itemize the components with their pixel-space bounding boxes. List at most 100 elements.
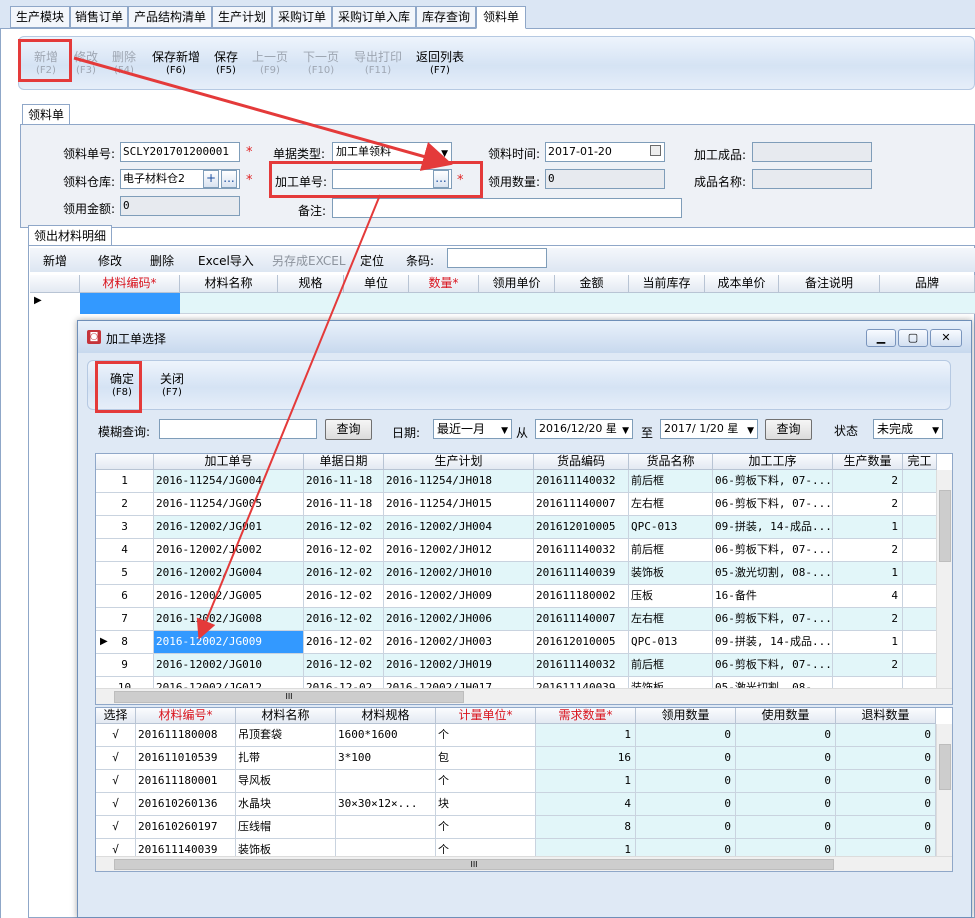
table-cell[interactable]: 个 xyxy=(436,770,536,793)
tab-purchase-receipt[interactable]: 采购订单入库 xyxy=(332,6,416,28)
detail-tab[interactable]: 领出材料明细 xyxy=(28,225,112,246)
tab-production-plan[interactable]: 生产计划 xyxy=(212,6,272,28)
date-range-select[interactable]: 最近一月 ▼ xyxy=(433,419,512,439)
col-current-stock[interactable]: 当前库存 xyxy=(629,275,705,293)
excel-import-button[interactable]: Excel导入 xyxy=(198,252,254,269)
lower-col-header[interactable]: 领用数量 xyxy=(636,708,736,724)
prev-page-button[interactable]: 上一页 (F9) xyxy=(251,50,289,78)
col-amount[interactable]: 金额 xyxy=(555,275,629,293)
table-cell[interactable]: 扎带 xyxy=(236,747,336,770)
table-cell[interactable]: 06-剪板下料, 07-... xyxy=(713,608,833,631)
lower-horizontal-scrollbar[interactable]: III xyxy=(96,856,952,871)
lower-col-header[interactable]: 使用数量 xyxy=(736,708,836,724)
table-cell[interactable] xyxy=(903,562,937,585)
table-cell[interactable]: 左右框 xyxy=(629,493,713,516)
lower-col-header[interactable]: 计量单位* xyxy=(436,708,536,724)
minimize-button[interactable]: ▁ xyxy=(866,329,896,347)
lower-col-header[interactable]: 材料规格 xyxy=(336,708,436,724)
warehouse-lookup-button[interactable]: ... xyxy=(221,170,237,188)
table-cell[interactable]: 0 xyxy=(636,816,736,839)
table-cell[interactable] xyxy=(903,493,937,516)
col-material-code[interactable]: 材料编码* xyxy=(80,275,180,293)
table-cell[interactable]: 0 xyxy=(836,747,936,770)
table-cell[interactable]: 2016-11254/JG005 xyxy=(154,493,304,516)
table-cell[interactable]: QPC-013 xyxy=(629,516,713,539)
maximize-button[interactable]: ▢ xyxy=(898,329,928,347)
upper-col-header[interactable]: 生产数量 xyxy=(833,454,903,470)
table-cell[interactable] xyxy=(903,585,937,608)
table-cell[interactable]: 201612010005 xyxy=(534,516,629,539)
add-icon[interactable]: + xyxy=(203,170,219,188)
table-cell[interactable]: 0 xyxy=(636,747,736,770)
upper-col-header[interactable]: 单据日期 xyxy=(304,454,384,470)
table-cell[interactable] xyxy=(903,470,937,493)
table-cell[interactable]: 09-拼装, 14-成品... xyxy=(713,631,833,654)
col-material-name[interactable]: 材料名称 xyxy=(180,275,278,293)
to-date-picker[interactable]: 2017/ 1/20 星 ▼ xyxy=(660,419,758,439)
table-cell[interactable]: QPC-013 xyxy=(629,631,713,654)
select-checkbox[interactable]: √ xyxy=(96,816,136,839)
table-cell[interactable]: 左右框 xyxy=(629,608,713,631)
table-cell[interactable]: 2016-12002/JG010 xyxy=(154,654,304,677)
table-cell[interactable]: 0 xyxy=(836,793,936,816)
lower-col-header[interactable]: 退料数量 xyxy=(836,708,936,724)
col-remark[interactable]: 备注说明 xyxy=(779,275,880,293)
upper-col-header[interactable]: 加工工序 xyxy=(713,454,833,470)
scroll-thumb[interactable]: III xyxy=(114,859,834,870)
table-cell[interactable]: 201611140032 xyxy=(534,539,629,562)
order-no-field[interactable]: SCLY201701200001 xyxy=(120,142,240,162)
col-quantity[interactable]: 数量* xyxy=(409,275,479,293)
table-cell[interactable] xyxy=(903,631,937,654)
lower-col-header[interactable]: 材料编号* xyxy=(136,708,236,724)
upper-col-header[interactable]: 货品名称 xyxy=(629,454,713,470)
table-cell[interactable]: 2016-12002/JH010 xyxy=(384,562,534,585)
table-cell[interactable]: 06-剪板下料, 07-... xyxy=(713,539,833,562)
save-and-new-button[interactable]: 保存新增 (F6) xyxy=(151,50,201,78)
table-cell[interactable] xyxy=(903,608,937,631)
table-cell[interactable]: 导风板 xyxy=(236,770,336,793)
detail-new-button[interactable]: 新增 xyxy=(43,252,67,269)
table-cell[interactable]: 30×30×12×... xyxy=(336,793,436,816)
table-cell[interactable]: 4 xyxy=(833,585,903,608)
status-select[interactable]: 未完成 ▼ xyxy=(873,419,943,439)
table-cell[interactable]: 前后框 xyxy=(629,470,713,493)
fuzzy-query-input[interactable] xyxy=(159,419,317,439)
detail-delete-button[interactable]: 删除 xyxy=(150,252,174,269)
table-cell[interactable]: 1 xyxy=(536,770,636,793)
table-cell[interactable]: 压板 xyxy=(629,585,713,608)
table-cell[interactable]: 个 xyxy=(436,724,536,747)
remark-field[interactable] xyxy=(332,198,682,218)
next-page-button[interactable]: 下一页 (F10) xyxy=(301,50,341,78)
table-cell[interactable]: 包 xyxy=(436,747,536,770)
upper-col-header[interactable]: 生产计划 xyxy=(384,454,534,470)
table-cell[interactable]: 0 xyxy=(636,793,736,816)
table-cell[interactable]: 2016-12-02 xyxy=(304,562,384,585)
tab-purchase-order[interactable]: 采购订单 xyxy=(272,6,332,28)
table-cell[interactable]: 0 xyxy=(736,724,836,747)
table-cell[interactable]: 2016-12002/JG004 xyxy=(154,562,304,585)
table-cell[interactable]: 0 xyxy=(736,793,836,816)
time-field[interactable]: 2017-01-20 xyxy=(545,142,665,162)
save-excel-button[interactable]: 另存成EXCEL xyxy=(272,252,346,269)
save-button[interactable]: 保存 (F5) xyxy=(213,50,239,78)
table-cell[interactable]: 06-剪板下料, 07-... xyxy=(713,470,833,493)
lower-vertical-scrollbar[interactable] xyxy=(936,724,952,856)
detail-active-cell[interactable] xyxy=(80,293,180,314)
table-cell[interactable] xyxy=(336,770,436,793)
table-cell[interactable]: 4 xyxy=(536,793,636,816)
table-cell[interactable]: 201611140039 xyxy=(534,562,629,585)
lower-col-header[interactable]: 选择 xyxy=(96,708,136,724)
date-query-button[interactable]: 查询 xyxy=(765,419,812,440)
table-cell[interactable]: 块 xyxy=(436,793,536,816)
table-cell[interactable]: 2016-12002/JH003 xyxy=(384,631,534,654)
table-cell[interactable]: 06-剪板下料, 07-... xyxy=(713,654,833,677)
from-date-picker[interactable]: 2016/12/20 星 ▼ xyxy=(535,419,633,439)
table-cell[interactable]: 1 xyxy=(833,562,903,585)
table-cell[interactable]: 0 xyxy=(736,816,836,839)
table-cell[interactable] xyxy=(903,516,937,539)
table-cell[interactable]: 装饰板 xyxy=(629,562,713,585)
table-cell[interactable]: 2016-11-18 xyxy=(304,470,384,493)
table-cell[interactable]: 2016-12-02 xyxy=(304,516,384,539)
table-cell[interactable]: 1 xyxy=(833,516,903,539)
table-cell[interactable]: 3*100 xyxy=(336,747,436,770)
